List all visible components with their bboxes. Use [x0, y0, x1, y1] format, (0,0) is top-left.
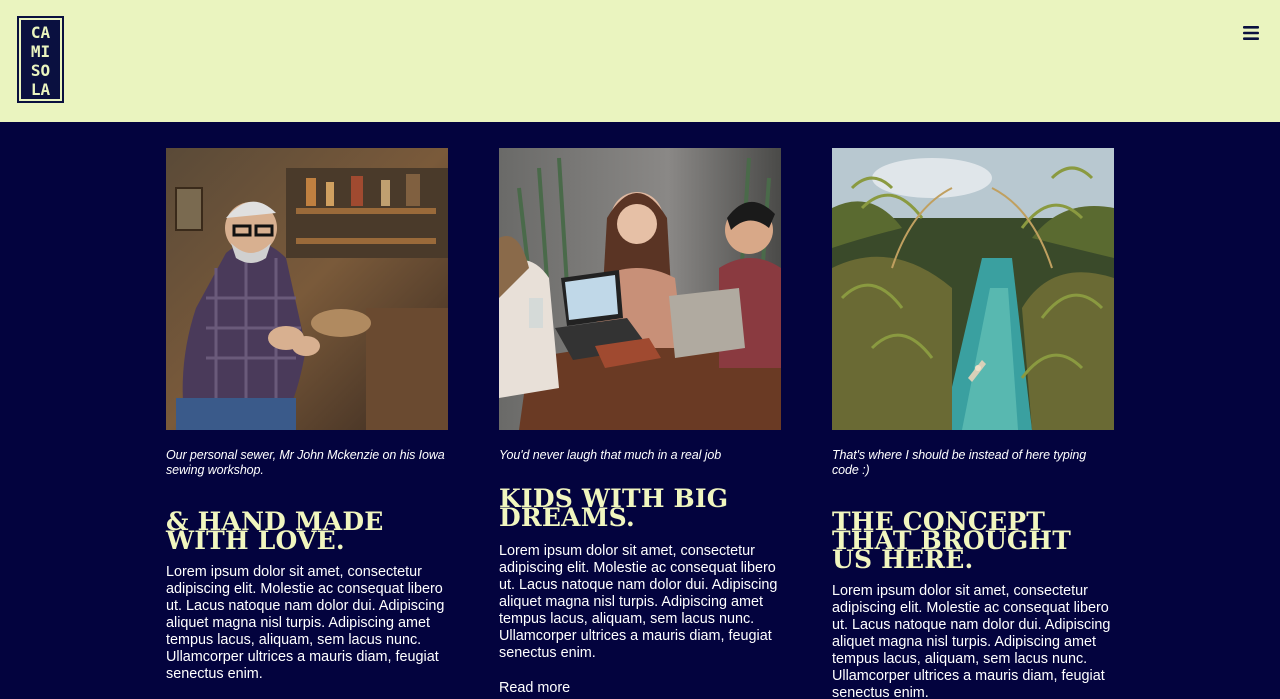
- read-more-link[interactable]: Read more: [499, 680, 570, 696]
- photo-old-man-sewing-in-workshop: [166, 148, 448, 430]
- brand-logo[interactable]: CA MI SO LA: [17, 16, 64, 103]
- card-body: Lorem ipsum dolor sit amet, consectetur …: [499, 543, 778, 661]
- svg-text:LA: LA: [31, 80, 51, 99]
- card-body: Lorem ipsum dolor sit amet, consectetur …: [166, 564, 445, 682]
- svg-text:SO: SO: [31, 61, 50, 80]
- photo-river-with-palm-trees: [832, 148, 1114, 430]
- card-title: & HAND MADE WITH LOVE.: [166, 507, 384, 555]
- svg-text:MI: MI: [31, 42, 50, 61]
- card-kids-with-big-dreams: You'd never laugh that much in a real jo…: [499, 148, 781, 697]
- svg-text:CA: CA: [31, 23, 51, 42]
- card-handmade: Our personal sewer, Mr John Mckenzie on …: [166, 148, 448, 683]
- card-body: Lorem ipsum dolor sit amet, consectetur …: [832, 583, 1111, 699]
- logo-graphic: CA MI SO LA: [19, 18, 62, 101]
- photo-people-laughing-at-laptops: [499, 148, 781, 430]
- card-title: KIDS WITH BIG DREAMS.: [499, 484, 729, 532]
- card-the-concept: That's where I should be instead of here…: [832, 148, 1114, 699]
- card-caption: You'd never laugh that much in a real jo…: [499, 448, 722, 462]
- site-header: CA MI SO LA: [0, 0, 1280, 122]
- card-title: THE CONCEPT THAT BROUGHT US HERE.: [832, 507, 1072, 574]
- card-caption: Our personal sewer, Mr John Mckenzie on …: [166, 448, 445, 477]
- card-caption: That's where I should be instead of here…: [832, 448, 1087, 477]
- hamburger-menu-icon[interactable]: [1240, 23, 1262, 43]
